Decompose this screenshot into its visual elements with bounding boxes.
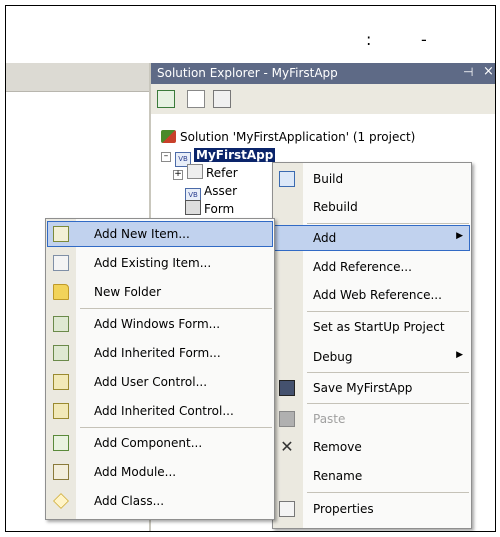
menu-separator — [80, 308, 272, 309]
menu-item-add-module[interactable]: Add Module... — [46, 458, 274, 486]
menu-item-label: Remove — [313, 440, 362, 454]
menu-item-add-class[interactable]: Add Class... — [46, 487, 274, 515]
menu-item-add-web-reference[interactable]: Add Web Reference... — [273, 281, 471, 309]
remove-icon: ✕ — [280, 437, 294, 456]
menu-item-label: Rebuild — [313, 200, 358, 214]
menu-item-add-component[interactable]: Add Component... — [46, 429, 274, 457]
tree-child-assembly[interactable]: VB Asser — [185, 182, 238, 203]
tree-child-references[interactable]: + Refer — [173, 164, 238, 182]
solution-explorer-title: Solution Explorer - MyFirstApp — [157, 66, 338, 80]
menu-separator — [80, 427, 272, 428]
menu-separator — [307, 492, 469, 493]
properties-icon — [279, 501, 295, 517]
menu-item-add[interactable]: Add ▶ — [273, 224, 471, 252]
menu-item-label: Add Component... — [94, 436, 203, 450]
add-new-item-icon — [53, 226, 69, 242]
tree-child-form[interactable]: Form — [185, 200, 234, 218]
menu-item-label: Debug — [313, 350, 353, 364]
top-mark-dash: - — [421, 30, 427, 49]
project-label: MyFirstApp — [194, 148, 276, 162]
paste-icon — [279, 411, 295, 427]
menu-item-label: Add Class... — [94, 494, 165, 508]
menu-item-rebuild[interactable]: Rebuild — [273, 193, 471, 221]
menu-item-label: Build — [313, 172, 344, 186]
module-icon — [53, 464, 69, 480]
menu-item-label: Add New Item... — [94, 227, 190, 241]
windows-form-icon — [53, 316, 69, 332]
menu-item-paste[interactable]: Paste — [273, 405, 471, 433]
menu-separator — [307, 372, 469, 373]
menu-item-label: Add Web Reference... — [313, 288, 442, 302]
solution-explorer-title-bar: Solution Explorer - MyFirstApp ⊣ × — [151, 63, 495, 84]
menu-item-add-inherited-form[interactable]: Add Inherited Form... — [46, 339, 274, 367]
menu-item-rename[interactable]: Rename — [273, 462, 471, 490]
tree-project-node[interactable]: – VB MyFirstApp — [161, 146, 276, 167]
pin-icon[interactable]: ⊣ — [463, 65, 473, 79]
component-icon — [53, 435, 69, 451]
top-mark-colon: : — [366, 30, 372, 49]
menu-item-label: Add Existing Item... — [94, 256, 212, 270]
menu-item-label: Set as StartUp Project — [313, 320, 445, 334]
expand-icon[interactable]: + — [173, 170, 183, 180]
window-frame: : - Solution Explorer - MyFirstApp ⊣ × S… — [5, 5, 496, 532]
close-icon[interactable]: × — [483, 64, 494, 79]
add-submenu: Add New Item... Add Existing Item... New… — [45, 218, 275, 520]
menu-item-label: Add User Control... — [94, 375, 208, 389]
inherited-control-icon — [53, 403, 69, 419]
menu-item-add-reference[interactable]: Add Reference... — [273, 253, 471, 281]
menu-item-add-user-control[interactable]: Add User Control... — [46, 368, 274, 396]
tree-child-label: Refer — [206, 166, 238, 180]
submenu-arrow-icon: ▶ — [456, 350, 463, 360]
menu-item-add-existing-item[interactable]: Add Existing Item... — [46, 249, 274, 277]
menu-item-label: Rename — [313, 469, 363, 483]
project-context-menu: Build Rebuild Add ▶ Add Reference... Add… — [272, 162, 472, 529]
menu-item-label: Add Inherited Control... — [94, 404, 234, 418]
class-icon — [53, 493, 69, 509]
menu-item-label: Save MyFirstApp — [313, 381, 413, 395]
menu-item-set-startup[interactable]: Set as StartUp Project — [273, 313, 471, 341]
menu-item-label: Add Reference... — [313, 260, 412, 274]
menu-item-label: Add Windows Form... — [94, 317, 221, 331]
menu-separator — [307, 311, 469, 312]
menu-item-save[interactable]: Save MyFirstApp — [273, 374, 471, 402]
solution-explorer-toolbar — [151, 84, 495, 115]
highlight — [274, 225, 470, 251]
references-icon — [187, 164, 203, 179]
new-folder-icon — [53, 284, 69, 300]
solution-icon — [161, 130, 176, 143]
menu-item-remove[interactable]: ✕ Remove — [273, 433, 471, 461]
menu-item-label: Paste — [313, 412, 346, 426]
submenu-arrow-icon: ▶ — [456, 231, 463, 241]
menu-item-label: New Folder — [94, 285, 162, 299]
collapse-icon[interactable]: – — [161, 152, 171, 162]
menu-separator — [307, 403, 469, 404]
menu-item-new-folder[interactable]: New Folder — [46, 278, 274, 306]
menu-item-add-windows-form[interactable]: Add Windows Form... — [46, 310, 274, 338]
inherited-form-icon — [53, 345, 69, 361]
show-all-files-icon[interactable] — [187, 90, 205, 108]
build-icon — [279, 171, 295, 187]
menu-item-label: Add Module... — [94, 465, 177, 479]
editor-tab-strip — [6, 63, 149, 92]
solution-label: Solution 'MyFirstApplication' (1 project… — [180, 130, 416, 144]
tree-solution-node[interactable]: Solution 'MyFirstApplication' (1 project… — [161, 128, 415, 146]
form-icon — [185, 200, 201, 215]
menu-item-add-inherited-control[interactable]: Add Inherited Control... — [46, 397, 274, 425]
tree-child-label: Asser — [204, 184, 238, 198]
menu-item-build[interactable]: Build — [273, 165, 471, 193]
properties-toolbar-icon[interactable] — [213, 90, 231, 108]
menu-item-label: Properties — [313, 502, 374, 516]
add-existing-item-icon — [53, 255, 69, 271]
save-icon — [279, 380, 295, 396]
menu-item-debug[interactable]: Debug ▶ — [273, 343, 471, 371]
menu-item-label: Add Inherited Form... — [94, 346, 221, 360]
tree-child-label: Form — [204, 202, 235, 216]
menu-item-label: Add — [313, 231, 337, 245]
menu-item-properties[interactable]: Properties — [273, 495, 471, 523]
user-control-icon — [53, 374, 69, 390]
menu-item-add-new-item[interactable]: Add New Item... — [46, 220, 274, 248]
refresh-icon[interactable] — [157, 90, 175, 108]
